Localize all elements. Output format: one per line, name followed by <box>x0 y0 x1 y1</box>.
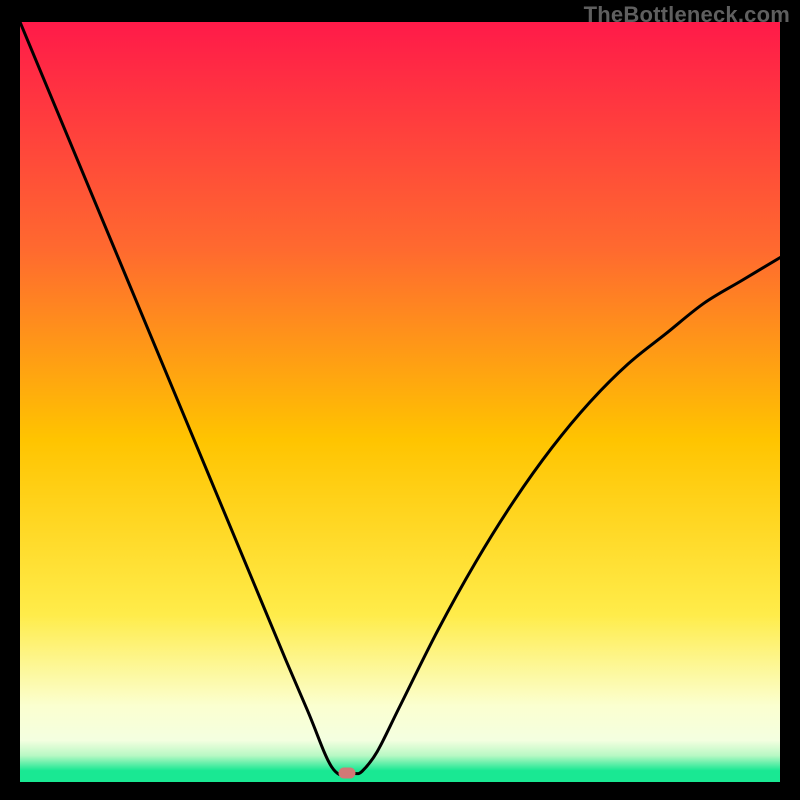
watermark-text: TheBottleneck.com <box>584 2 790 28</box>
bottleneck-curve <box>20 22 780 782</box>
optimum-marker <box>338 767 355 778</box>
chart-frame: TheBottleneck.com <box>0 0 800 800</box>
plot-area <box>20 22 780 782</box>
